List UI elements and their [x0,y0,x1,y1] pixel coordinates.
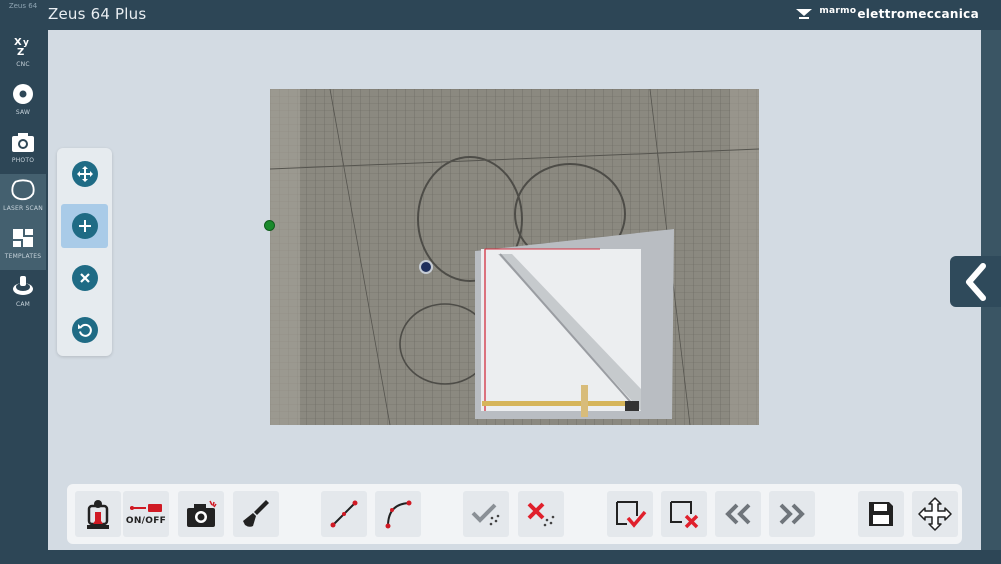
next-button[interactable] [769,491,815,537]
sidebar-logo: Zeus 64 [8,2,38,10]
svg-text:Z: Z [17,47,24,57]
line-tool-button[interactable] [321,491,367,537]
save-icon [869,502,893,526]
machine-head-icon [87,500,109,529]
chevron-left-icon [965,262,986,301]
laser-scan-icon [11,178,35,202]
brand-logo: marmo elettromeccanica [795,6,979,21]
bottom-toolbar: ON/OFF [67,484,962,544]
add-point-button[interactable] [61,204,108,248]
confirm-shape-button[interactable] [607,491,653,537]
sidebar-item-laser-scan[interactable]: LASER SCAN [0,174,46,222]
brand-prefix: marmo [819,6,857,16]
selected-point-marker[interactable] [419,260,433,274]
sidebar-item-label: PHOTO [11,157,35,164]
cam-icon [11,274,35,298]
brush-icon [243,500,269,527]
delete-points-button[interactable] [518,491,564,537]
undo-button[interactable] [61,308,108,352]
app-window: Zeus 64 Plus marmo elettromeccanica Zeus… [0,0,1001,564]
close-icon [71,265,98,291]
sidebar-item-cam[interactable]: CAM [0,270,46,318]
pan-button[interactable] [912,491,958,537]
app-title: Zeus 64 Plus [48,5,147,23]
sidebar-item-label: SAW [15,109,31,116]
confirm-shape-icon [616,501,647,528]
saw-blade-icon [11,82,35,106]
line-tool-icon [330,500,358,528]
laser-toggle-button[interactable]: ON/OFF [123,491,169,537]
sidebar-item-saw[interactable]: SAW [0,78,46,126]
sidebar-item-label: CAM [15,301,31,308]
slab-photo[interactable] [270,89,759,425]
pan-icon [918,497,952,531]
save-button[interactable] [858,491,904,537]
remove-point-button[interactable] [61,256,108,300]
title-bar: Zeus 64 Plus marmo elettromeccanica [0,0,1001,30]
point-tool-panel [57,148,112,356]
confirm-points-button[interactable] [463,491,509,537]
templates-icon [11,226,35,250]
arc-tool-button[interactable] [375,491,421,537]
next-icon [779,503,805,525]
delete-shape-icon [670,501,699,529]
move-tool-button[interactable] [61,152,108,196]
reference-point-marker[interactable] [264,220,275,231]
brand-suffix: elettromeccanica [857,7,979,21]
camera-capture-button[interactable] [178,491,224,537]
clear-brush-button[interactable] [233,491,279,537]
undo-icon [71,317,98,343]
left-sidebar: Zeus 64 X y Z CNC SAW PHOTO LASER SCAN T… [0,0,46,564]
sidebar-item-label: CNC [16,61,30,68]
confirm-points-icon [471,503,500,526]
brand-mark-icon [796,9,813,19]
camera-capture-icon [187,500,217,527]
bottom-frame [48,550,1001,564]
plus-icon [71,213,98,239]
laser-toggle-icon [130,504,162,512]
move-arrows-icon [71,161,98,187]
collapse-panel-button[interactable] [950,256,1001,307]
laser-onoff-label: ON/OFF [125,516,167,526]
sidebar-item-photo[interactable]: PHOTO [0,126,46,174]
sidebar-item-label: LASER SCAN [3,205,43,212]
delete-points-icon [527,502,555,527]
xyz-icon: X y Z [11,34,35,58]
sidebar-item-label: TEMPLATES [4,253,42,260]
sidebar-item-templates[interactable]: TEMPLATES [0,222,46,270]
sidebar-item-cnc[interactable]: X y Z CNC [0,30,46,78]
machine-head-button[interactable] [75,491,121,537]
arc-tool-icon [385,500,412,529]
previous-icon [725,503,751,525]
camera-icon [11,130,35,154]
previous-button[interactable] [715,491,761,537]
delete-shape-button[interactable] [661,491,707,537]
